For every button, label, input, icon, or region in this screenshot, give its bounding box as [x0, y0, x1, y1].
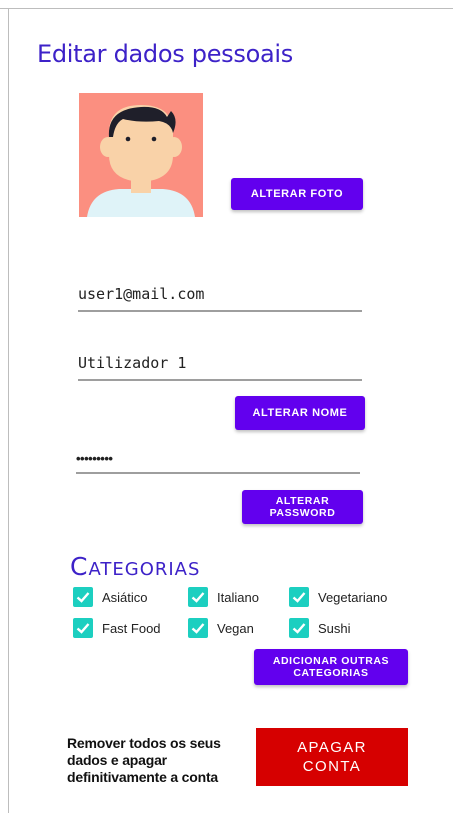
page-title: Editar dados pessoais [37, 40, 293, 68]
checkmark-icon [188, 618, 208, 638]
change-name-button[interactable]: ALTERAR NOME [235, 396, 365, 430]
category-checkbox-vegetariano[interactable]: Vegetariano [289, 587, 387, 607]
add-categories-button[interactable]: ADICIONAR OUTRAS CATEGORIAS [254, 649, 408, 685]
delete-account-label-line1: APAGAR [297, 739, 367, 756]
category-label: Sushi [318, 620, 351, 636]
frame-top-border [0, 8, 453, 9]
change-photo-button[interactable]: ALTERAR FOTO [231, 178, 363, 210]
change-password-label-line2: PASSWORD [269, 507, 336, 519]
change-password-label-line1: ALTERAR [275, 495, 330, 507]
frame-left-border [8, 8, 9, 813]
email-field-underline [78, 310, 362, 312]
category-checkbox-sushi[interactable]: Sushi [289, 618, 351, 638]
delete-account-label-line2: CONTA [302, 758, 362, 775]
checkmark-icon [289, 618, 309, 638]
checkmark-icon [73, 587, 93, 607]
checkmark-icon [73, 618, 93, 638]
name-field-underline [78, 379, 362, 381]
checkmark-icon [289, 587, 309, 607]
email-field[interactable]: user1@mail.com [78, 285, 362, 303]
change-password-button[interactable]: ALTERAR PASSWORD [242, 490, 363, 524]
delete-account-button[interactable]: APAGAR CONTA [256, 728, 408, 786]
name-field[interactable]: Utilizador 1 [78, 354, 362, 372]
checkmark-icon [188, 587, 208, 607]
avatar-image [79, 93, 203, 217]
category-label: Fast Food [102, 620, 161, 636]
delete-account-warning: Remover todos os seus dados e apagar def… [67, 735, 221, 785]
category-checkbox-italiano[interactable]: Italiano [188, 587, 259, 607]
add-categories-label-line2: CATEGORIAS [293, 667, 369, 679]
categories-title: Categorias [70, 552, 201, 581]
password-field-underline [76, 472, 360, 474]
category-label: Vegetariano [318, 589, 388, 605]
category-checkbox-asiatico[interactable]: Asiático [73, 587, 148, 607]
category-label: Italiano [217, 589, 259, 605]
add-categories-label-line1: ADICIONAR OUTRAS [272, 655, 390, 667]
category-checkbox-vegan[interactable]: Vegan [188, 618, 254, 638]
password-field[interactable]: ••••••••• [76, 451, 360, 466]
category-label: Asiático [102, 589, 148, 605]
avatar-illustration-icon [79, 93, 203, 217]
category-label: Vegan [217, 620, 254, 636]
category-checkbox-fast-food[interactable]: Fast Food [73, 618, 161, 638]
